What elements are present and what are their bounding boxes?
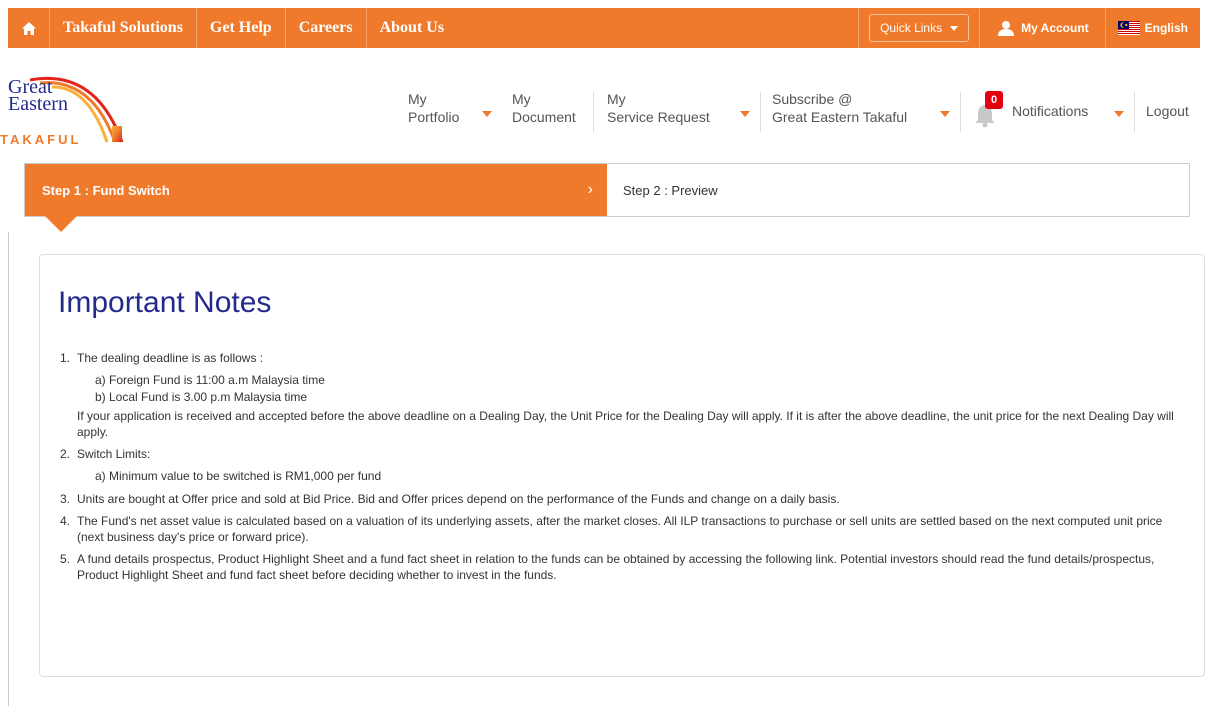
nav-divider <box>760 92 761 132</box>
user-icon <box>998 21 1015 36</box>
nav-my-portfolio[interactable]: My Portfolio <box>408 90 459 136</box>
chevron-right-icon: › <box>587 181 593 198</box>
list-item: 1. The dealing deadline is as follows : … <box>60 351 1174 439</box>
top-nav-bar: Takaful Solutions Get Help Careers About… <box>8 8 1200 48</box>
logo-text-eastern: Eastern <box>8 93 68 115</box>
step-2-preview[interactable]: Step 2 : Preview <box>607 164 1189 216</box>
nav-my-service-request[interactable]: My Service Request <box>607 90 710 136</box>
list-item: 3. Units are bought at Offer price and s… <box>60 492 840 506</box>
active-step-pointer <box>45 216 77 232</box>
caret-down-icon <box>940 111 950 117</box>
nav-my-document[interactable]: My Document <box>512 90 576 136</box>
important-notes-panel: Important Notes 1. The dealing deadline … <box>39 254 1205 677</box>
list-item: 2. Switch Limits: a) Minimum value to be… <box>60 447 382 483</box>
caret-down-icon <box>950 25 959 31</box>
logo-text-takaful: TAKAFUL <box>0 132 82 147</box>
malaysia-flag-icon <box>1117 21 1140 35</box>
nav-about-us[interactable]: About Us <box>367 8 457 48</box>
logout-link[interactable]: Logout <box>1146 103 1189 149</box>
my-account-label: My Account <box>1021 21 1089 35</box>
list-item: 4. The Fund's net asset value is calcula… <box>60 514 1163 544</box>
list-item: 5. A fund details prospectus, Product Hi… <box>60 552 1155 582</box>
home-button[interactable] <box>8 8 50 48</box>
nav-divider <box>1134 92 1135 132</box>
caret-down-icon <box>740 111 750 117</box>
my-account-link[interactable]: My Account <box>980 8 1106 48</box>
nav-careers[interactable]: Careers <box>286 8 367 48</box>
language-selector[interactable]: English <box>1106 8 1200 48</box>
great-eastern-takaful-logo[interactable]: Great Eastern TAKAFUL <box>0 70 130 150</box>
nav-subscribe[interactable]: Subscribe @ Great Eastern Takaful <box>772 90 907 136</box>
caret-down-icon <box>482 111 492 117</box>
caret-down-icon <box>1114 111 1124 117</box>
language-label: English <box>1144 21 1188 35</box>
nav-get-help[interactable]: Get Help <box>197 8 286 48</box>
nav-notifications[interactable]: Notifications <box>1012 103 1088 149</box>
notes-list: 1. The dealing deadline is as follows : … <box>60 350 1190 589</box>
fund-switch-steps: Step 1 : Fund Switch › Step 2 : Preview <box>24 163 1190 217</box>
quick-links-label: Quick Links <box>880 21 943 35</box>
step-1-fund-switch[interactable]: Step 1 : Fund Switch › <box>25 164 607 216</box>
home-icon <box>21 21 36 35</box>
nav-divider <box>960 92 961 132</box>
quick-links-dropdown[interactable]: Quick Links <box>869 14 970 42</box>
nav-divider <box>593 92 594 132</box>
nav-takaful-solutions[interactable]: Takaful Solutions <box>50 8 197 48</box>
notification-count-badge: 0 <box>985 91 1003 109</box>
page-title: Important Notes <box>58 286 272 319</box>
